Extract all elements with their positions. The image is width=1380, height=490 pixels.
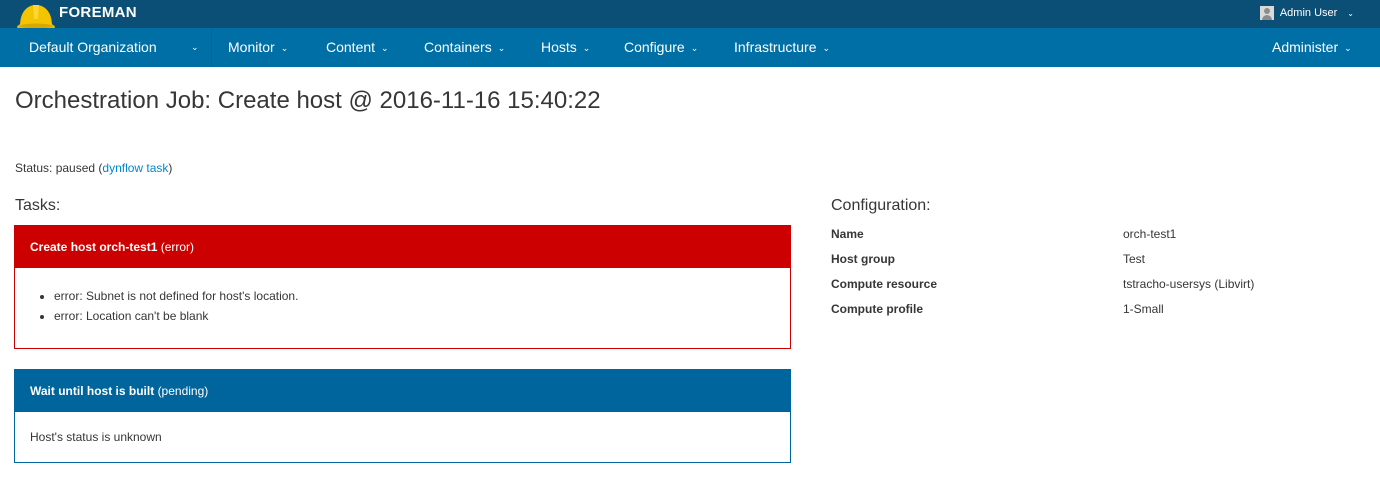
task-panel-header: Create host orch-test1 (error) [15,226,790,268]
chevron-down-icon: ⌄ [497,43,506,53]
nav-containers-label: Containers [424,39,492,55]
config-key: Compute profile [831,302,923,316]
nav-administer-label: Administer [1272,39,1339,55]
error-list: error: Subnet is not defined for host's … [30,286,775,326]
status-prefix: Status: paused ( [15,161,103,175]
main-nav: Default Organization ⌄ Monitor ⌄ Content ⌄… [0,28,1380,67]
page-title: Orchestration Job: Create host @ 2016-11… [15,87,601,114]
user-menu[interactable]: Admin User ⌄ [1259,6,1354,20]
nav-monitor-label: Monitor [228,39,275,55]
user-name: Admin User [1279,7,1338,19]
chevron-down-icon: ⌄ [582,43,591,53]
task-panel-body: Host's status is unknown [15,412,790,444]
nav-hosts-label: Hosts [541,39,577,55]
task-panel-error: Create host orch-test1 (error) error: Su… [14,225,791,349]
config-value: 1-Small [1123,302,1164,316]
chevron-down-icon: ⌄ [822,43,831,53]
nav-infrastructure-label: Infrastructure [734,39,817,55]
nav-content-label: Content [326,39,376,55]
configuration-heading: Configuration: [831,197,931,214]
error-message: error: Location can't be blank [54,306,775,326]
chevron-down-icon: ⌄ [1347,8,1354,18]
organization-label: Default Organization [29,39,157,55]
config-value: Test [1123,252,1146,266]
nav-hosts[interactable]: Hosts ⌄ [541,28,590,67]
dynflow-task-link[interactable]: dynflow task [102,161,168,175]
job-status: Status: paused (dynflow task) [15,161,172,175]
config-key: Host group [831,252,895,266]
task-message: Host's status is unknown [30,430,162,444]
nav-containers[interactable]: Containers ⌄ [424,28,505,67]
error-message: error: Subnet is not defined for host's … [54,286,775,306]
chevron-down-icon: ⌄ [690,43,699,53]
nav-administer[interactable]: Administer ⌄ [1272,28,1352,67]
nav-monitor[interactable]: Monitor ⌄ [228,28,288,67]
task-state: (pending) [157,384,209,398]
chevron-down-icon: ⌄ [1344,43,1352,53]
status-suffix: ) [168,161,173,175]
chevron-down-icon: ⌄ [280,43,289,53]
task-state: (error) [160,240,195,254]
chevron-down-icon: ⌄ [381,43,389,53]
tasks-heading: Tasks: [15,197,61,214]
task-panel-pending: Wait until host is built (pending) Host'… [14,369,791,463]
config-key: Name [831,227,864,241]
brand-name[interactable]: FOREMAN [59,4,137,21]
task-panel-body: error: Subnet is not defined for host's … [15,268,790,326]
user-avatar-icon [1259,6,1274,20]
config-value: orch-test1 [1123,227,1177,241]
nav-content[interactable]: Content ⌄ [326,28,389,67]
organization-menu[interactable]: Default Organization ⌄ [0,28,212,67]
config-key: Compute resource [831,277,938,291]
chevron-down-icon: ⌄ [191,42,199,52]
config-value: tstracho-usersys (Libvirt) [1123,277,1255,291]
task-name: Wait until host is built [30,384,155,398]
nav-configure-label: Configure [624,39,685,55]
task-name: Create host orch-test1 [30,240,158,254]
nav-configure[interactable]: Configure ⌄ [624,28,698,67]
task-panel-header: Wait until host is built (pending) [15,370,790,412]
nav-infrastructure[interactable]: Infrastructure ⌄ [734,28,830,67]
top-bar: FOREMAN Admin User ⌄ [0,0,1380,32]
